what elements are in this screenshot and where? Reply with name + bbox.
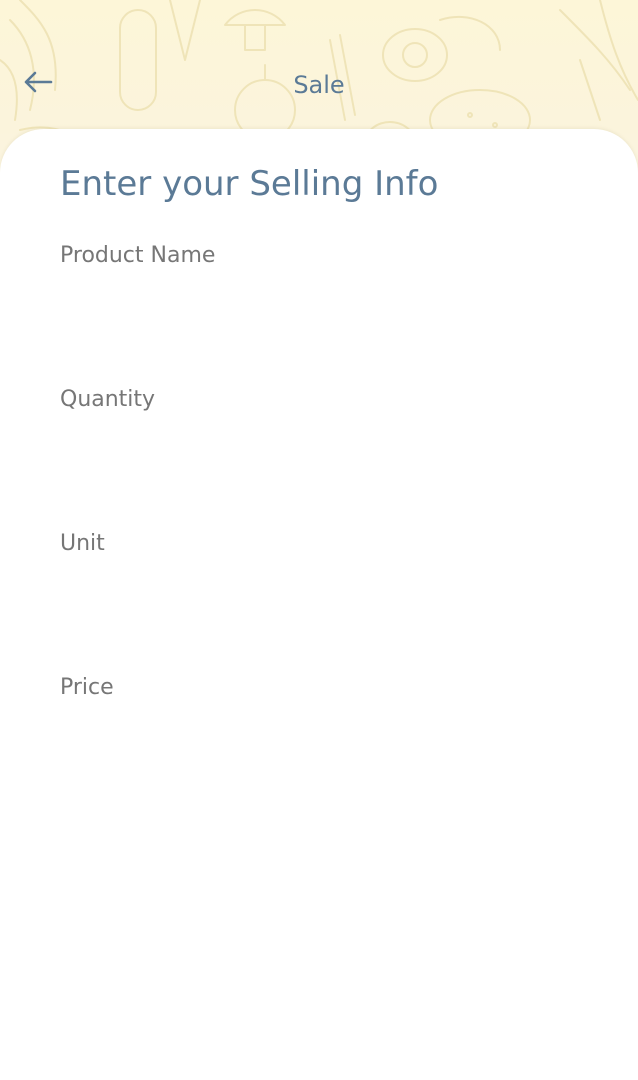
form-title: Enter your Selling Info (60, 164, 439, 204)
quantity-field: Quantity (60, 385, 578, 505)
product-name-field: Product Name (60, 241, 578, 361)
price-input[interactable] (60, 711, 578, 763)
quantity-input[interactable] (60, 423, 578, 475)
unit-label: Unit (60, 531, 105, 556)
unit-field: Unit (60, 529, 578, 649)
unit-input[interactable] (60, 567, 578, 619)
price-label: Price (60, 675, 114, 700)
selling-info-card: Enter your Selling Info Product Name Qua… (0, 129, 638, 1080)
product-name-input[interactable] (60, 279, 578, 331)
page-title: Sale (293, 71, 345, 99)
quantity-label: Quantity (60, 387, 156, 412)
sale-screen: Sale Enter your Selling Info Product Nam… (0, 0, 638, 1080)
price-field: Price (60, 673, 578, 793)
product-name-label: Product Name (60, 243, 216, 268)
